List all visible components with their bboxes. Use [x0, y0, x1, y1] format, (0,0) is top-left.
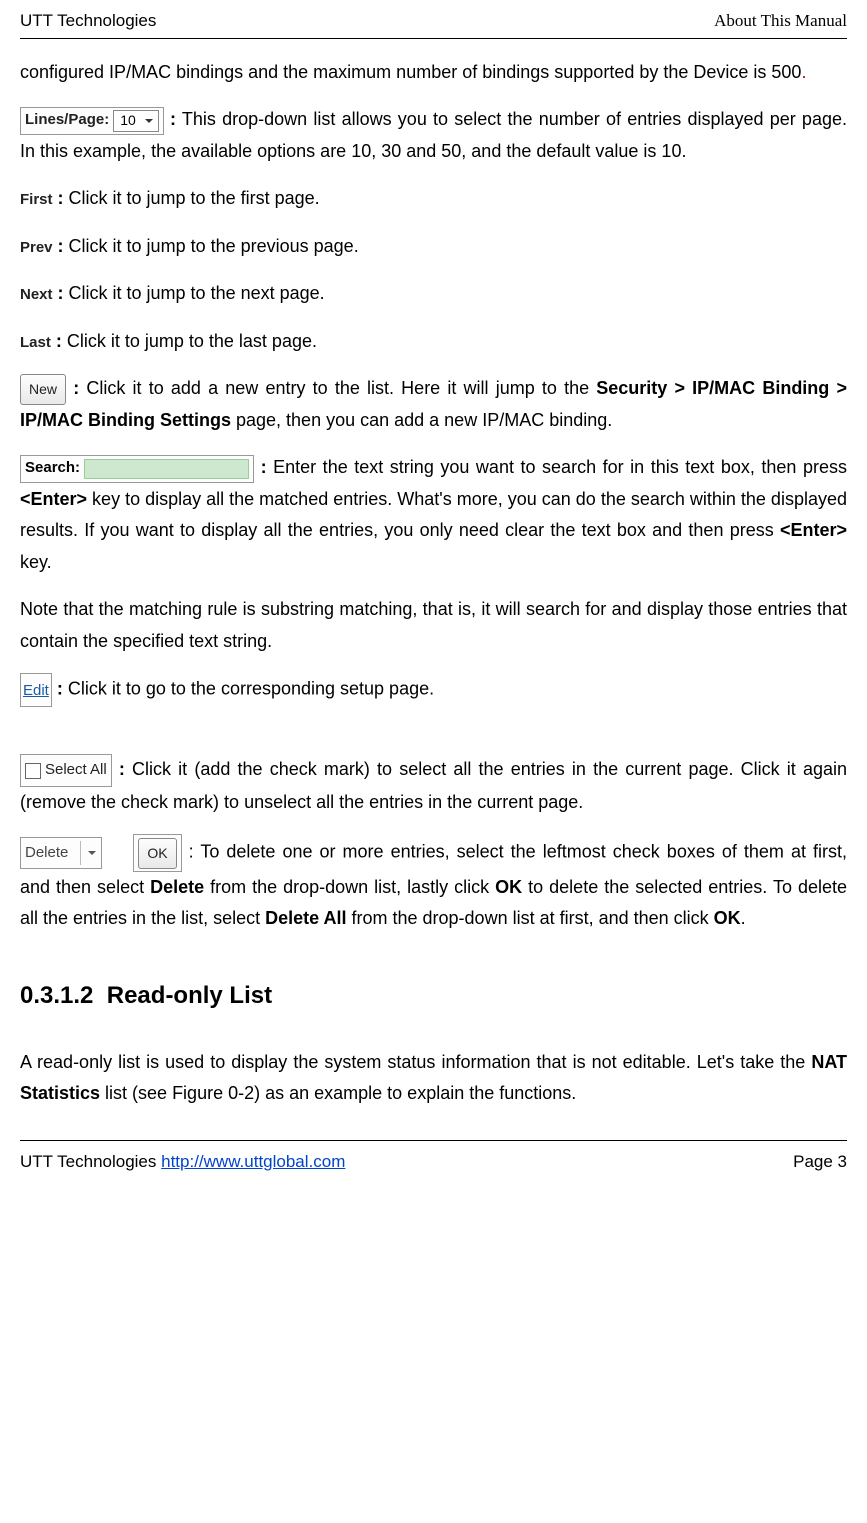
ok-widget: OK: [133, 834, 181, 872]
new-paragraph: New : Click it to add a new entry to the…: [20, 373, 847, 436]
prev-link[interactable]: Prev: [20, 239, 53, 256]
search-note: Note that the matching rule is substring…: [20, 594, 847, 657]
delete-select[interactable]: Delete: [25, 841, 81, 865]
footer-left: UTT Technologies http://www.uttglobal.co…: [20, 1147, 345, 1177]
search-paragraph: Search: : Enter the text string you want…: [20, 452, 847, 578]
next-paragraph: Next : Click it to jump to the next page…: [20, 278, 847, 310]
next-link[interactable]: Next: [20, 286, 53, 303]
lines-per-page-select[interactable]: 10: [113, 110, 159, 132]
last-link[interactable]: Last: [20, 334, 51, 351]
chevron-down-icon[interactable]: [87, 837, 97, 869]
lines-per-page-widget: Lines/Page: 10: [20, 107, 164, 135]
page-header: UTT Technologies About This Manual: [20, 0, 847, 39]
new-button[interactable]: New: [20, 374, 66, 405]
search-input[interactable]: [84, 459, 249, 479]
footer-url[interactable]: http://www.uttglobal.com: [161, 1152, 345, 1171]
last-paragraph: Last : Click it to jump to the last page…: [20, 326, 847, 358]
prev-paragraph: Prev : Click it to jump to the previous …: [20, 231, 847, 263]
delete-dropdown-widget: Delete: [20, 837, 102, 869]
search-widget: Search:: [20, 455, 254, 483]
edit-paragraph: Edit : Click it to go to the correspondi…: [20, 673, 847, 707]
section-heading: 0.3.1.2 Read-only List: [20, 975, 847, 1017]
lines-per-page-value: 10: [120, 108, 136, 133]
edit-link[interactable]: Edit: [23, 682, 49, 699]
chevron-down-icon: [142, 114, 156, 128]
intro-paragraph: configured IP/MAC bindings and the maxim…: [20, 57, 847, 89]
search-label: Search:: [25, 455, 80, 481]
section-title: Read-only List: [107, 982, 272, 1009]
edit-widget: Edit: [20, 673, 52, 707]
section-number: 0.3.1.2: [20, 982, 93, 1009]
header-right: About This Manual: [714, 6, 847, 36]
header-left: UTT Technologies: [20, 6, 156, 36]
first-paragraph: First : Click it to jump to the first pa…: [20, 183, 847, 215]
delete-label: Delete: [25, 840, 68, 866]
ok-button[interactable]: OK: [138, 838, 176, 869]
select-all-label: Select All: [45, 757, 107, 783]
first-link[interactable]: First: [20, 191, 53, 208]
lines-per-paragraph: Lines/Page: 10 : This drop-down list all…: [20, 104, 847, 167]
select-all-widget: Select All: [20, 754, 112, 786]
delete-paragraph: Delete OK : To delete one or more entrie…: [20, 834, 847, 935]
select-all-paragraph: Select All : Click it (add the check mar…: [20, 754, 847, 818]
lines-per-page-label: Lines/Page:: [25, 107, 109, 133]
red-period: .: [801, 62, 806, 82]
footer-page: Page 3: [793, 1147, 847, 1177]
select-all-checkbox[interactable]: [25, 763, 41, 779]
page-body: configured IP/MAC bindings and the maxim…: [20, 39, 847, 1110]
section-body: A read-only list is used to display the …: [20, 1047, 847, 1110]
page-footer: UTT Technologies http://www.uttglobal.co…: [20, 1140, 847, 1187]
